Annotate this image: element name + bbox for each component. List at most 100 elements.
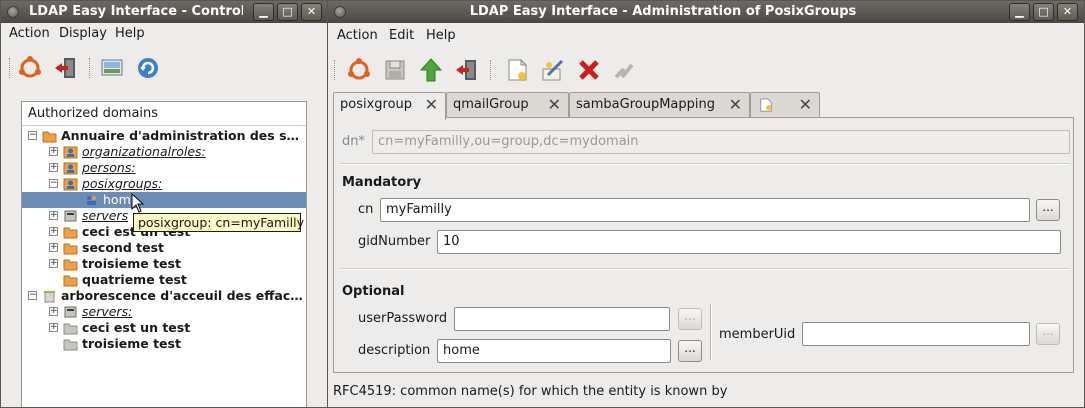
- menu-action[interactable]: Action: [337, 28, 378, 43]
- folder-icon: [63, 241, 78, 255]
- minimize-icon[interactable]: ▁: [1009, 3, 1030, 21]
- tree-item-label: servers: [82, 208, 129, 223]
- toolbar-handle[interactable]: [334, 60, 336, 80]
- close-tab-icon[interactable]: ✕: [425, 95, 438, 114]
- cn-input[interactable]: myFamilly: [380, 198, 1030, 222]
- ubuntu-icon[interactable]: [17, 55, 43, 81]
- delete-icon[interactable]: [576, 57, 602, 83]
- edit-entry-icon[interactable]: [540, 57, 566, 83]
- description-input[interactable]: home: [437, 339, 671, 363]
- memberuid-browse-button[interactable]: ...: [1036, 323, 1060, 345]
- tree-item[interactable]: + organizationalroles:: [22, 144, 306, 160]
- tree-tooltip: posixgroup: cn=myFamilly: [133, 213, 304, 232]
- control-window: LDAP Easy Interface - Control ▁ □ ✕ Acti…: [0, 0, 330, 408]
- save-icon[interactable]: [382, 57, 408, 83]
- tree-item[interactable]: + troisieme test: [22, 256, 306, 272]
- objectclass-tabs: posixgroup ✕ qmailGroup ✕ sambaGroupMapp…: [333, 92, 821, 120]
- tree-item[interactable]: troisieme test: [22, 336, 306, 352]
- expand-icon[interactable]: +: [49, 227, 58, 236]
- users-icon: [63, 145, 78, 159]
- tab-sambagroupmapping-label: sambaGroupMapping: [576, 97, 715, 112]
- window-menu-icon[interactable]: [7, 6, 19, 18]
- control-titlebar[interactable]: LDAP Easy Interface - Control ▁ □ ✕: [1, 1, 329, 23]
- expand-icon[interactable]: +: [49, 307, 58, 316]
- cn-label: cn: [358, 202, 374, 217]
- folder-icon: [63, 273, 78, 287]
- minimize-icon[interactable]: ▁: [253, 3, 274, 21]
- server-icon: [63, 305, 78, 319]
- tree-item-label: quatrieme test: [82, 272, 187, 287]
- control-menubar: Action Display Help: [1, 23, 329, 45]
- upload-arrow-icon[interactable]: [418, 57, 444, 83]
- tree-item[interactable]: − arborescence d'acceuil des effac…: [22, 288, 306, 304]
- tab-posixgroup-label: posixgroup: [340, 97, 413, 112]
- maximize-icon[interactable]: □: [1033, 3, 1054, 21]
- cn-browse-button[interactable]: ...: [1036, 199, 1060, 221]
- description-label: description: [358, 343, 431, 358]
- close-icon[interactable]: ✕: [301, 3, 322, 21]
- maximize-icon[interactable]: □: [277, 3, 298, 21]
- tab-posixgroup[interactable]: posixgroup ✕: [333, 92, 446, 120]
- expand-icon[interactable]: +: [49, 211, 58, 220]
- column-separator: [710, 304, 712, 360]
- toolbar-handle[interactable]: [9, 58, 11, 78]
- tab-qmailgroup[interactable]: qmailGroup ✕: [446, 92, 569, 118]
- expand-icon[interactable]: +: [49, 147, 58, 156]
- domain-tree[interactable]: Authorized domains − Annuaire d'administr…: [21, 101, 307, 407]
- exit-icon[interactable]: [53, 55, 79, 81]
- optional-heading: Optional: [342, 284, 405, 299]
- tree-item-label: organizationalroles:: [82, 144, 206, 159]
- userpassword-input[interactable]: [454, 307, 670, 331]
- close-tab-icon[interactable]: ✕: [729, 95, 742, 114]
- posixgroups-menubar: Action Edit Help: [328, 25, 1084, 47]
- collapse-icon[interactable]: −: [28, 291, 37, 300]
- grey-folder-icon: [63, 337, 78, 351]
- close-tab-icon[interactable]: ✕: [548, 95, 561, 114]
- mandatory-heading: Mandatory: [342, 175, 422, 190]
- tree-item-label: troisieme test: [82, 336, 181, 351]
- divider: [340, 268, 1070, 270]
- tree-item[interactable]: − Annuaire d'administration des s…: [22, 128, 306, 144]
- tab-sambagroupmapping[interactable]: sambaGroupMapping ✕: [569, 92, 750, 118]
- menu-help[interactable]: Help: [115, 26, 145, 41]
- tree-item[interactable]: + servers:: [22, 304, 306, 320]
- tab-add-objectclass[interactable]: ✕: [750, 92, 820, 118]
- memberuid-label: memberUid: [719, 327, 796, 342]
- expand-icon[interactable]: +: [49, 323, 58, 332]
- posixgroups-titlebar[interactable]: LDAP Easy Interface - Administration of …: [328, 1, 1084, 23]
- menu-display[interactable]: Display: [59, 26, 107, 41]
- dn-field[interactable]: cn=myFamilly,ou=group,dc=mydomain: [372, 130, 1070, 154]
- control-window-title: LDAP Easy Interface - Control: [29, 4, 243, 19]
- memberuid-input[interactable]: [802, 322, 1030, 346]
- tree-item-label: persons:: [82, 160, 136, 175]
- gidnumber-input[interactable]: 10: [437, 230, 1061, 254]
- menu-edit[interactable]: Edit: [389, 28, 414, 43]
- expand-icon[interactable]: +: [49, 259, 58, 268]
- control-toolbar: [1, 49, 329, 87]
- tree-item[interactable]: − posixgroups:: [22, 176, 306, 192]
- refresh-icon[interactable]: [135, 55, 161, 81]
- collapse-icon[interactable]: −: [28, 131, 37, 140]
- close-icon[interactable]: ✕: [1057, 3, 1078, 21]
- description-browse-button[interactable]: ...: [678, 340, 702, 362]
- tree-item[interactable]: home: [22, 192, 306, 208]
- tree-item[interactable]: + persons:: [22, 160, 306, 176]
- display-icon[interactable]: [99, 55, 125, 81]
- link-icon[interactable]: [612, 57, 638, 83]
- tree-item-label: Annuaire d'administration des s…: [61, 128, 300, 143]
- tree-item[interactable]: + second test: [22, 240, 306, 256]
- close-tab-icon[interactable]: ✕: [799, 95, 812, 114]
- expand-icon[interactable]: +: [49, 243, 58, 252]
- group-icon: [84, 193, 99, 207]
- userpassword-browse-button[interactable]: ...: [678, 308, 702, 330]
- expand-icon[interactable]: +: [49, 163, 58, 172]
- exit-icon[interactable]: [454, 57, 480, 83]
- tree-item[interactable]: + ceci est un test: [22, 320, 306, 336]
- new-entry-icon[interactable]: [504, 57, 530, 83]
- menu-help[interactable]: Help: [426, 28, 456, 43]
- ubuntu-icon[interactable]: [346, 57, 372, 83]
- toolbar-separator: [89, 58, 91, 78]
- menu-action[interactable]: Action: [9, 26, 50, 41]
- collapse-icon[interactable]: −: [49, 179, 58, 188]
- tree-item[interactable]: quatrieme test: [22, 272, 306, 288]
